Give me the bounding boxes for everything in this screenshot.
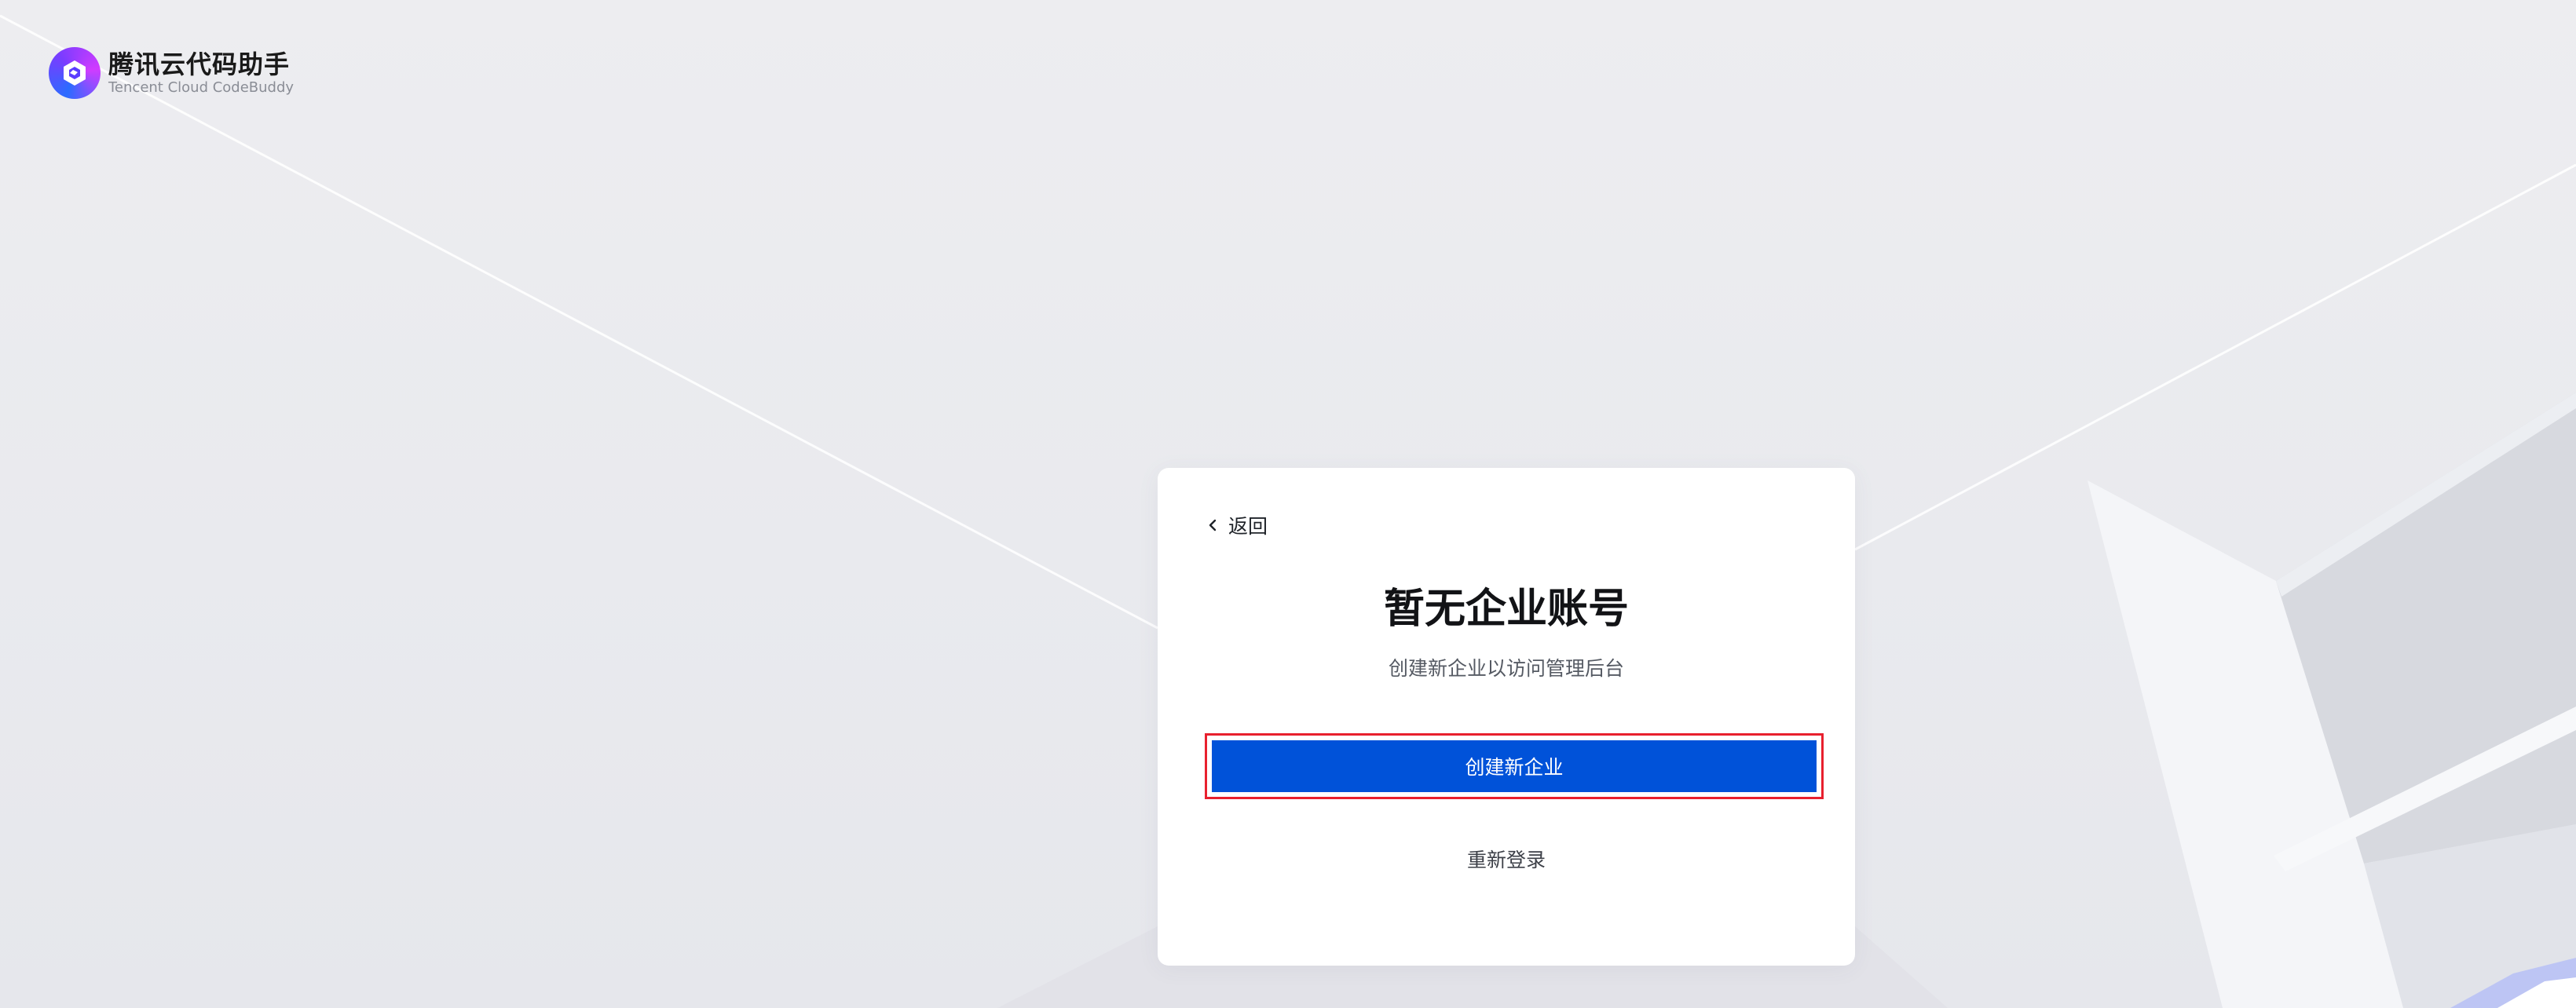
brand-subtitle: Tencent Cloud CodeBuddy [108, 79, 295, 96]
back-button[interactable]: 返回 [1205, 512, 1268, 539]
card-title: 暂无企业账号 [1383, 586, 1629, 633]
chevron-left-icon [1205, 517, 1222, 534]
back-label: 返回 [1228, 515, 1268, 538]
brand-logo[interactable]: 腾讯云代码助手 Tencent Cloud CodeBuddy [49, 46, 294, 100]
highlight-box: 创建新企业 [1205, 733, 1824, 799]
card-subtitle: 创建新企业以访问管理后台 [1388, 657, 1624, 680]
relogin-link[interactable]: 重新登录 [1158, 848, 1855, 873]
no-enterprise-card: 返回 暂无企业账号 创建新企业以访问管理后台 创建新企业 重新登录 [1158, 468, 1855, 966]
page: 腾讯云代码助手 Tencent Cloud CodeBuddy 返回 暂无企业账… [0, 0, 2576, 1008]
brand-text: 腾讯云代码助手 Tencent Cloud CodeBuddy [108, 49, 294, 97]
brand-name: 腾讯云代码助手 [108, 49, 291, 79]
create-enterprise-button[interactable]: 创建新企业 [1212, 740, 1817, 792]
codebuddy-logo-icon [49, 47, 101, 99]
